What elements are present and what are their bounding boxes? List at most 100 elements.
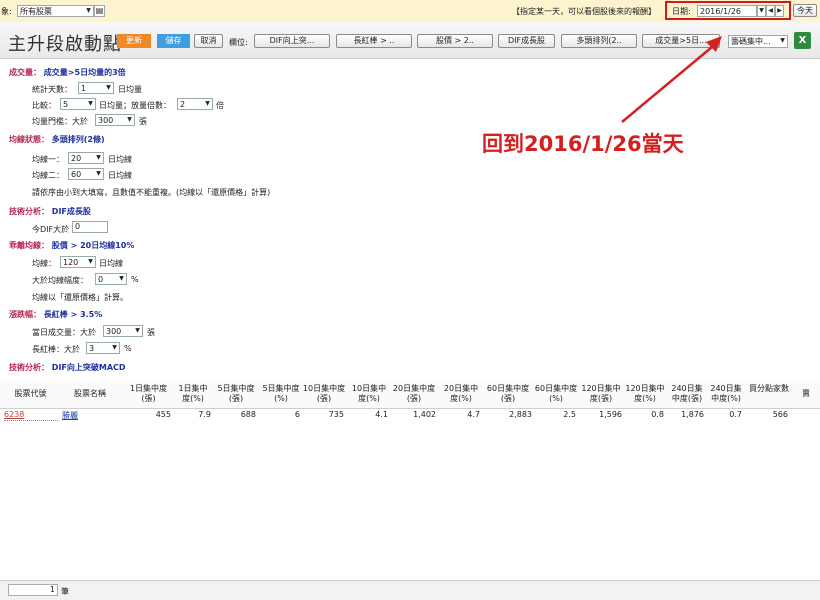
day-volume-value: 300 [106, 327, 122, 336]
row-count: 1 [8, 584, 58, 596]
update-button[interactable]: 更新 [117, 34, 151, 48]
cell-240d-vol: 1,876 [681, 410, 704, 419]
col-header-240d-pct[interactable]: 240日集中度(%) [708, 384, 744, 404]
chevron-down-icon: ▼ [780, 37, 785, 44]
day-volume-select[interactable]: 300 ▼ [103, 325, 143, 337]
today-button[interactable]: 今天 [793, 4, 817, 17]
col-header-code[interactable]: 股票代號 [3, 389, 58, 399]
cell-240d-pct: 0.7 [729, 410, 742, 419]
mult-select[interactable]: 2 ▼ [177, 98, 213, 110]
deviation-ma-value: 120 [63, 258, 79, 267]
col-header-buy-brokers[interactable]: 買分點家數 [748, 384, 790, 394]
column-button-4[interactable]: DIF成長股 [498, 34, 555, 48]
chevron-down-icon: ▼ [127, 116, 132, 123]
col-header-name[interactable]: 股票名稱 [60, 389, 120, 399]
section-label: 乖離均線： [9, 241, 49, 250]
deviation-value: 0 [98, 275, 104, 284]
deviation-select[interactable]: 0 ▼ [95, 273, 127, 285]
cell-20d-vol: 1,402 [413, 410, 436, 419]
days-unit: 日均量 [118, 85, 142, 94]
col-header-20d-pct[interactable]: 20日集中度(%) [440, 384, 482, 404]
section-volume-title: 成交量： 成交量>5日均量的3倍 [9, 67, 126, 78]
threshold-label: 均量門檻：大於 [32, 117, 88, 126]
deviation-ma-select[interactable]: 120 ▼ [60, 256, 96, 268]
section-value: 股價 > 20日均線10% [51, 241, 135, 250]
cell-60d-pct: 2.5 [563, 410, 576, 419]
threshold-select[interactable]: 300 ▼ [95, 114, 135, 126]
mult-unit: 倍 [216, 101, 224, 110]
days-select[interactable]: 1 ▼ [78, 82, 114, 94]
chevron-down-icon: ▼ [135, 327, 140, 334]
cell-buy-brokers: 566 [772, 410, 788, 419]
col-header-120d-pct[interactable]: 120日集中度(%) [624, 384, 666, 404]
col-header-240d-vol[interactable]: 240日集中度(張) [668, 384, 706, 404]
deviation-label: 大於均線幅度： [32, 276, 88, 285]
cancel-button[interactable]: 取消 [194, 34, 223, 48]
long-red-select[interactable]: 3 ▼ [86, 342, 120, 354]
section-deviation-title: 乖離均線： 股價 > 20日均線10% [9, 240, 134, 251]
ma1-value: 20 [71, 154, 82, 163]
column-button-1[interactable]: DIF向上突... [254, 34, 330, 48]
save-button[interactable]: 儲存 [157, 34, 190, 48]
column-button-3[interactable]: 股價 > 2.. [417, 34, 493, 48]
ratio-label: 比較： [32, 101, 56, 110]
scope-select-value: 所有股票 [20, 7, 52, 16]
ratio-value: 5 [63, 100, 69, 109]
cell-120d-pct: 0.8 [651, 410, 664, 419]
date-dropdown-icon[interactable]: ▼ [757, 5, 766, 17]
col-header-20d-vol[interactable]: 20日集中度(張) [390, 384, 438, 404]
row-name-cell[interactable]: 勝麗 [62, 410, 78, 421]
mult-value: 2 [180, 100, 186, 109]
status-bar: 1 筆 [0, 580, 820, 600]
cell-20d-pct: 4.7 [467, 410, 480, 419]
ratio-mid-label: 日均量；放量倍數： [99, 101, 171, 110]
col-header-1d-vol[interactable]: 1日集中度(張) [126, 384, 171, 404]
ma2-select[interactable]: 60 ▼ [68, 168, 104, 180]
ma-note: 請依序由小到大填寫，且數值不能重複。(均線以「還原價格」計算) [32, 188, 271, 197]
cell-10d-vol: 735 [328, 410, 344, 419]
chevron-down-icon: ▼ [112, 344, 117, 351]
date-next-icon[interactable]: ▶ [775, 5, 784, 17]
dif-label: 今DIF大於 [32, 225, 70, 234]
chevron-down-icon: ▼ [88, 258, 93, 265]
ma2-value: 60 [71, 170, 82, 179]
stock-name-link[interactable]: 勝麗 [62, 411, 78, 420]
dif-input[interactable]: 0 [72, 221, 108, 233]
column-button-2[interactable]: 長紅棒 > .. [336, 34, 412, 48]
col-header-60d-vol[interactable]: 60日集中度(張) [482, 384, 534, 404]
ma2-label: 均線二： [32, 171, 64, 180]
date-prev-icon[interactable]: ◀ [766, 5, 775, 17]
col-header-1d-pct[interactable]: 1日集中度(%) [175, 384, 211, 404]
ratio-select[interactable]: 5 ▼ [60, 98, 96, 110]
long-red-value: 3 [89, 344, 95, 353]
day-volume-unit: 張 [147, 328, 155, 337]
calendar-icon[interactable]: ▤ [94, 5, 105, 17]
row-code-cell[interactable]: 6238 [4, 410, 58, 421]
section-value: DIF成長股 [51, 207, 91, 216]
deviation-ma-unit: 日均線 [99, 259, 123, 268]
chevron-down-icon: ▼ [119, 275, 124, 282]
deviation-unit: % [131, 275, 139, 284]
col-header-60d-pct[interactable]: 60日集中度(%) [534, 384, 578, 404]
date-label: 日期: [672, 7, 691, 16]
deviation-ma-label: 均線： [32, 259, 56, 268]
col-header-5d-vol[interactable]: 5日集中度(張) [214, 384, 258, 404]
stock-code-link[interactable]: 6238 [4, 410, 24, 419]
ma1-select[interactable]: 20 ▼ [68, 152, 104, 164]
annotation-text: 回到2016/1/26當天 [482, 132, 684, 156]
col-header-120d-vol[interactable]: 120日集中度(張) [578, 384, 624, 404]
col-header-10d-vol[interactable]: 10日集中度(張) [302, 384, 346, 404]
col-header-5d-pct[interactable]: 5日集中度(%) [260, 384, 302, 404]
col-header-sell[interactable]: 賣 [796, 389, 816, 399]
annotation-arrow [621, 36, 722, 123]
top-bar: 象: 所有股票 ▼ ▤ 【指定某一天，可以看個股後來的報酬】 日期: 2016/… [0, 0, 820, 23]
threshold-unit: 張 [139, 117, 147, 126]
chevron-down-icon: ▼ [88, 100, 93, 107]
cell-5d-pct: 6 [294, 410, 300, 419]
excel-export-icon[interactable]: X [794, 32, 811, 49]
section-label: 技術分析： [9, 363, 49, 372]
date-input[interactable]: 2016/1/26 [697, 5, 757, 17]
scope-select[interactable]: 所有股票 ▼ [17, 5, 94, 17]
col-header-10d-pct[interactable]: 10日集中度(%) [348, 384, 390, 404]
page-title: 主升段啟動點 [8, 34, 122, 55]
